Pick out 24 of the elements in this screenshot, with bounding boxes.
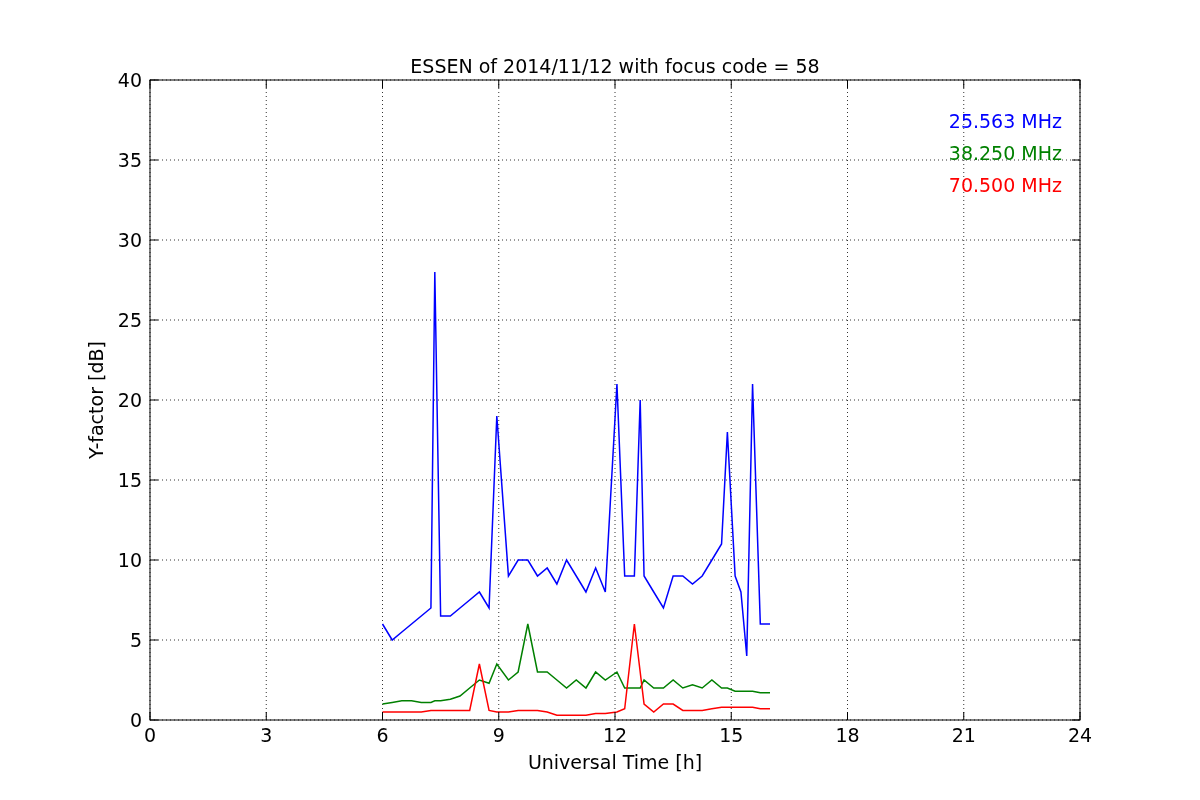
- tick-label: 40: [117, 69, 142, 91]
- tick-label: 21: [951, 724, 976, 746]
- tick-label: 35: [117, 149, 142, 171]
- tick-label: 5: [129, 629, 142, 651]
- tick-label: 6: [376, 724, 389, 746]
- tick-label: 9: [492, 724, 505, 746]
- legend-label: 38.250 MHz: [948, 142, 1062, 164]
- tick-label: 15: [719, 724, 744, 746]
- legend-label: 70.500 MHz: [948, 174, 1062, 196]
- tick-label: 0: [143, 724, 157, 746]
- tick-label: 20: [117, 389, 142, 411]
- tick-label: 10: [117, 549, 142, 571]
- tick-label: 3: [260, 724, 273, 746]
- tick-label: 25: [117, 309, 142, 331]
- tick-label: 12: [602, 724, 628, 746]
- tick-label: 24: [1067, 724, 1093, 746]
- tick-label: 18: [835, 724, 860, 746]
- tick-label: 0: [129, 709, 142, 731]
- chart-title: ESSEN of 2014/11/12 with focus code = 58: [410, 55, 820, 77]
- legend-label: 25.563 MHz: [948, 110, 1062, 132]
- tick-label: 15: [117, 469, 142, 491]
- axis-label: Universal Time [h]: [527, 751, 703, 773]
- tick-label: 30: [117, 229, 142, 251]
- axis-label: Y-factor [dB]: [85, 341, 107, 459]
